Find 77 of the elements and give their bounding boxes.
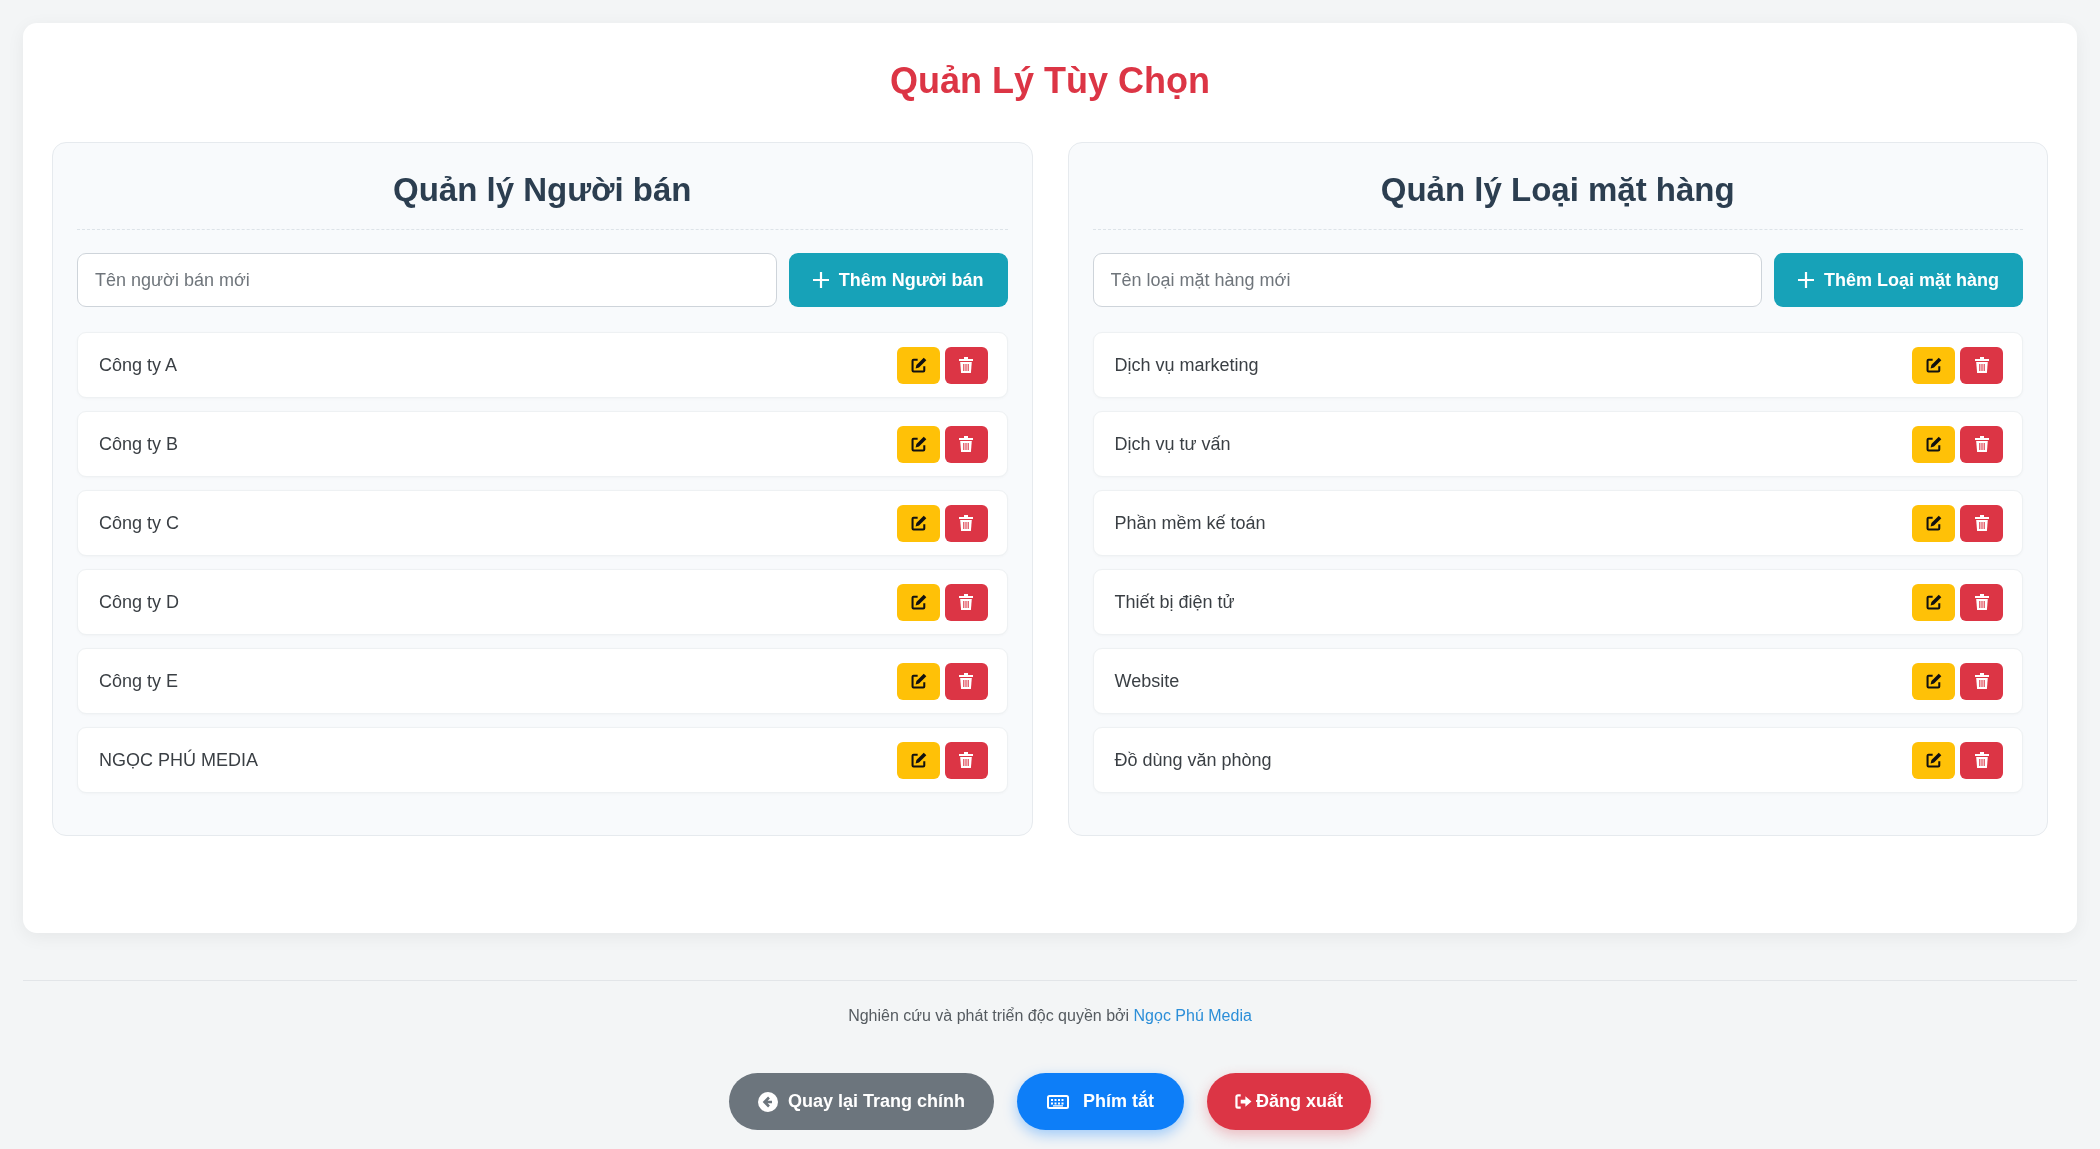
edit-icon (1925, 514, 1942, 532)
item-name: Công ty A (99, 354, 178, 376)
back-button[interactable]: Quay lại Trang chính (728, 1073, 994, 1130)
trash-icon (1974, 594, 1989, 610)
item-name: NGỌC PHÚ MEDIA (99, 749, 258, 771)
trash-icon (959, 673, 973, 689)
item-name: Website (1114, 670, 1180, 692)
edit-button[interactable] (896, 741, 940, 779)
keyboard-icon (1047, 1094, 1069, 1109)
delete-button[interactable] (1960, 504, 2003, 542)
item-name: Công ty B (99, 433, 179, 455)
input-field[interactable]: Tên người bán mới (77, 253, 777, 307)
plus-icon (1797, 272, 1814, 288)
edit-button[interactable] (1912, 583, 1955, 621)
page-title: Quản Lý Tùy Chọn (889, 59, 1211, 103)
delete-button[interactable] (944, 583, 988, 621)
edit-button[interactable] (896, 662, 940, 700)
delete-button[interactable] (944, 662, 988, 700)
edit-button[interactable] (1912, 425, 1955, 463)
delete-button[interactable] (1960, 662, 2003, 700)
trash-icon (959, 515, 973, 531)
delete-button[interactable] (1960, 741, 2003, 779)
item-name: Dịch vụ marketing (1114, 354, 1259, 376)
edit-button[interactable] (896, 425, 940, 463)
sign-out-icon (1235, 1094, 1252, 1109)
delete-button[interactable] (1960, 583, 2003, 621)
item-name: Dịch vụ tư vấn (1114, 433, 1231, 455)
input-field[interactable]: Tên loại mặt hàng mới (1092, 253, 1762, 307)
item-name: Công ty C (99, 512, 180, 534)
item-name: Công ty D (99, 591, 180, 613)
edit-icon (909, 514, 927, 532)
edit-icon (1925, 593, 1942, 611)
edit-button[interactable] (1912, 346, 1955, 384)
item-name: Đồ dùng văn phòng (1114, 749, 1272, 771)
delete-button[interactable] (944, 425, 988, 463)
edit-button[interactable] (1912, 662, 1955, 700)
delete-button[interactable] (944, 741, 988, 779)
delete-button[interactable] (944, 346, 988, 384)
edit-icon (909, 593, 927, 611)
logout-button[interactable]: Đăng xuất (1207, 1073, 1372, 1130)
item-name: Thiết bị điện tử (1114, 591, 1235, 613)
arrow-circle-left-icon (757, 1091, 778, 1112)
edit-button[interactable] (896, 583, 940, 621)
trash-icon (959, 357, 973, 373)
trash-icon (1974, 515, 1989, 531)
edit-button[interactable] (896, 504, 940, 542)
panel-title: Quản lý Loại mặt hàng (1092, 169, 2023, 230)
edit-button[interactable] (1912, 741, 1955, 779)
trash-icon (1974, 357, 1989, 373)
credit-text: Nghiên cứu và phát triển độc quyền bởi Ngọc Phú Media (848, 1006, 1252, 1026)
plus-icon (812, 272, 829, 288)
panel-title: Quản lý Người bán (77, 169, 1008, 230)
edit-icon (1925, 672, 1942, 690)
delete-button[interactable] (1960, 346, 2003, 384)
edit-icon (1925, 751, 1942, 769)
trash-icon (959, 594, 973, 610)
add-button[interactable]: Thêm Loại mặt hàng (1773, 253, 2023, 307)
item-name: Phần mềm kế toán (1114, 512, 1266, 534)
edit-icon (1925, 435, 1942, 453)
edit-icon (909, 751, 927, 769)
delete-button[interactable] (1960, 425, 2003, 463)
trash-icon (1974, 752, 1989, 768)
trash-icon (959, 436, 973, 452)
item-name: Công ty E (99, 670, 179, 692)
trash-icon (1974, 673, 1989, 689)
edit-button[interactable] (1912, 504, 1955, 542)
add-button[interactable]: Thêm Người bán (788, 253, 1008, 307)
edit-button[interactable] (896, 346, 940, 384)
edit-icon (909, 672, 927, 690)
trash-icon (1974, 436, 1989, 452)
edit-icon (909, 356, 927, 374)
edit-icon (909, 435, 927, 453)
edit-icon (1925, 356, 1942, 374)
trash-icon (959, 752, 973, 768)
credit-link[interactable]: Ngọc Phú Media (1133, 1007, 1252, 1024)
shortcuts-button[interactable]: Phím tắt (1017, 1073, 1184, 1130)
delete-button[interactable] (944, 504, 988, 542)
